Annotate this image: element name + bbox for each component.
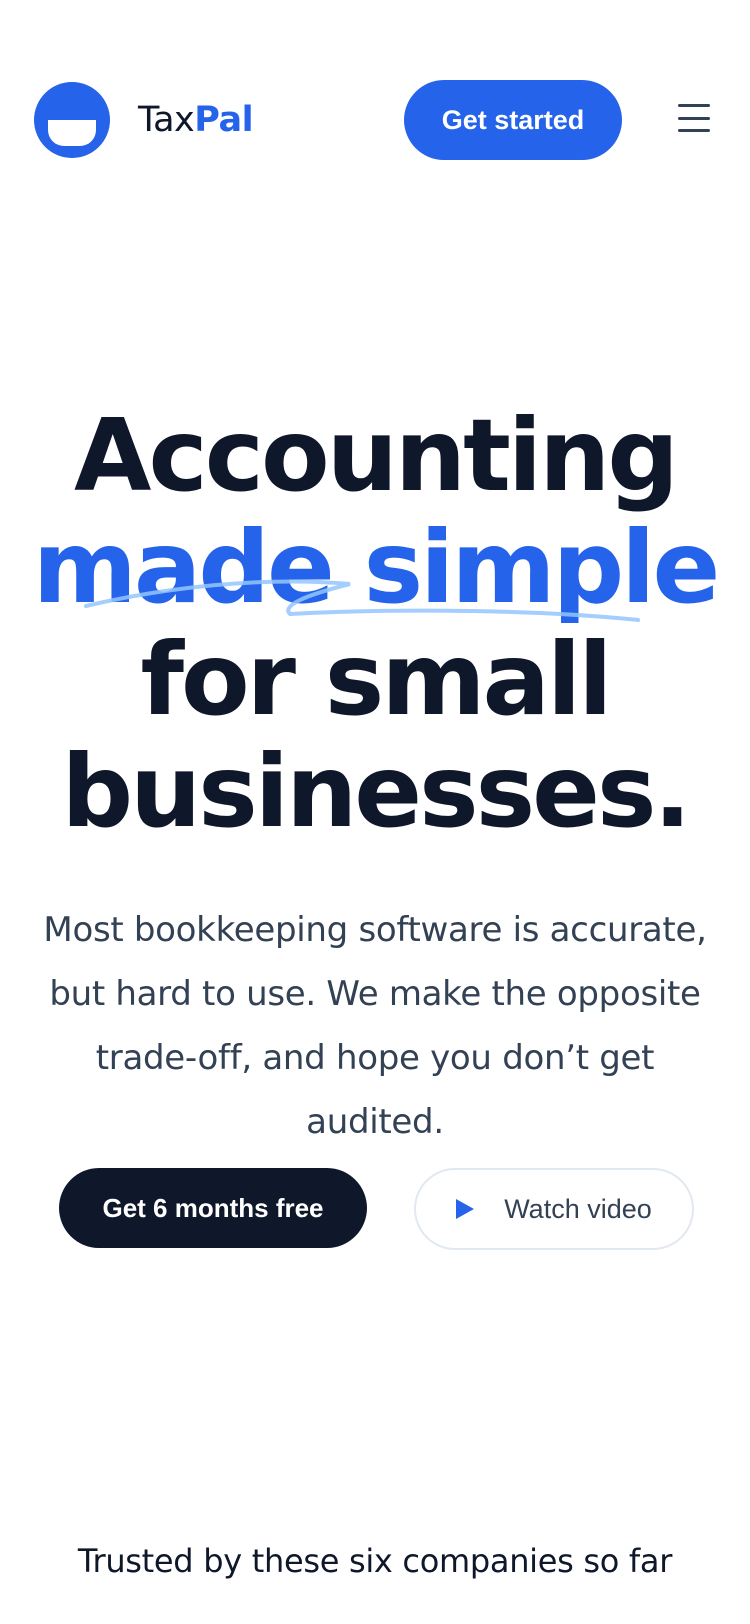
hamburger-menu-icon[interactable] [676, 100, 712, 136]
logo-text-main: Tax [138, 100, 195, 140]
site-header: TaxPal Get started [0, 0, 750, 240]
logo[interactable]: TaxPal [32, 80, 254, 160]
cta-row: Get 6 months free Watch video [0, 1168, 750, 1252]
trusted-by-heading: Trusted by these six companies so far [77, 1542, 673, 1580]
subtitle-line-3: trade-off, and hope you don’t get audite… [95, 1038, 655, 1142]
get-started-button[interactable]: Get started [404, 80, 622, 160]
hero-subtitle: Most bookkeeping software is accurate, b… [30, 898, 720, 1154]
menu-bar [678, 116, 710, 120]
hero-title-line-1: Accounting [74, 397, 679, 514]
hero-title-line-4: businesses. [61, 733, 692, 850]
taxpal-logo-icon [34, 82, 110, 158]
page: TaxPal Get started Accounting made simpl… [0, 0, 750, 1624]
logo-text-accent: Pal [194, 100, 254, 140]
play-icon [456, 1199, 475, 1219]
logo-text: TaxPal [138, 100, 254, 140]
get-6-months-free-button[interactable]: Get 6 months free [59, 1168, 367, 1248]
watch-video-label: Watch video [504, 1193, 652, 1224]
subtitle-line-1: Most bookkeeping software is accurate, [43, 910, 707, 950]
subtitle-line-2: but hard to use. We make the opposite [49, 974, 701, 1014]
menu-bar [678, 129, 710, 132]
watch-video-button[interactable]: Watch video [414, 1168, 694, 1250]
highlight-underline-scribble [84, 579, 640, 622]
menu-bar [678, 104, 710, 107]
